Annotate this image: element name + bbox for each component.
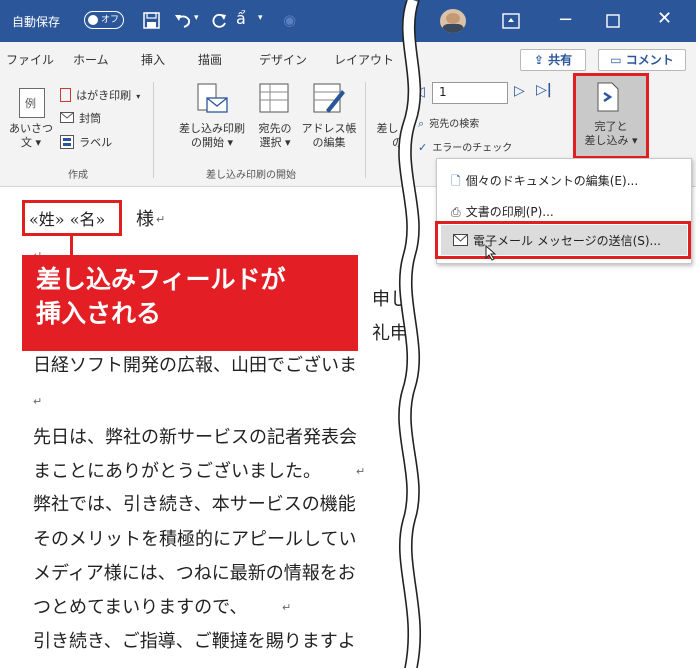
autosave-toggle[interactable]: オフ bbox=[84, 11, 124, 29]
edit-address-button[interactable]: アドレス帳 の編集 bbox=[298, 122, 360, 150]
comment-button[interactable]: ▭ コメント bbox=[598, 49, 686, 71]
autosave-label: 自動保存 bbox=[12, 15, 61, 29]
postcard-icon bbox=[60, 87, 71, 102]
edit-documents-label: 個々のドキュメントの編集(E)... bbox=[465, 174, 639, 188]
group-divider bbox=[365, 82, 366, 178]
undo-icon[interactable] bbox=[173, 12, 193, 29]
edit-address-icon bbox=[313, 83, 345, 113]
qat-dropdown-icon[interactable]: ▾ bbox=[258, 13, 263, 23]
paragraph-mark: ↵ bbox=[156, 213, 166, 226]
select-recipients-icon bbox=[259, 83, 289, 113]
doc-line-5: 先日は、弊社の新サービスの記者発表会 bbox=[33, 427, 357, 448]
title-bar: 自動保存 オフ ▾ ẩ ▾ ◉ − ✕ bbox=[0, 0, 696, 42]
envelope-label: 封筒 bbox=[79, 112, 102, 125]
group-divider bbox=[153, 82, 154, 178]
print-documents-label: 文書の印刷(P)... bbox=[465, 205, 554, 219]
tab-layout[interactable]: レイアウト bbox=[334, 51, 394, 68]
edit-address-label-2: の編集 bbox=[312, 136, 346, 149]
avatar[interactable] bbox=[440, 9, 466, 33]
envelope-icon bbox=[60, 112, 74, 123]
find-recipient-label: 宛先の検索 bbox=[429, 119, 480, 130]
maximize-icon[interactable] bbox=[606, 14, 620, 28]
doc-line-11: 引き続き、ご指導、ご鞭撻を賜りますよ bbox=[33, 631, 356, 652]
edit-individual-documents-item[interactable]: 🗋 個々のドキュメントの編集(E)... bbox=[451, 170, 638, 193]
paragraph-mark: ↵ bbox=[282, 601, 292, 614]
postcard-button[interactable]: はがき印刷 ▾ bbox=[60, 84, 140, 104]
envelope-button[interactable]: 封筒 bbox=[60, 107, 101, 126]
doc-line-9: メディア様には、つねに最新の情報をお bbox=[33, 563, 356, 584]
start-merge-icon bbox=[197, 83, 228, 113]
next-record-icon[interactable]: ▷ bbox=[514, 83, 525, 99]
tab-file[interactable]: ファイル bbox=[6, 51, 54, 68]
toggle-knob bbox=[88, 15, 98, 25]
doc-line-6: まことにありがとうございました。 bbox=[33, 461, 321, 482]
paragraph-mark: ↵ bbox=[356, 465, 366, 478]
doc-line-3: 日経ソフト開発の広報、山田でございま bbox=[33, 355, 357, 376]
start-merge-group-label: 差し込み印刷の開始 bbox=[206, 170, 296, 181]
comment-icon: ▭ bbox=[610, 53, 622, 67]
create-group-label: 作成 bbox=[68, 170, 88, 181]
minimize-icon[interactable]: − bbox=[558, 9, 573, 30]
undo-dropdown-icon[interactable]: ▾ bbox=[194, 13, 199, 23]
callout-line-1: 差し込みフィールドが bbox=[36, 265, 286, 294]
save-icon[interactable] bbox=[143, 12, 160, 29]
paragraph-mark: ↵ bbox=[33, 395, 43, 408]
select-recipients-label-2: 選択 ▾ bbox=[259, 136, 291, 149]
ribbon-tabs: ファイル ホーム 挿入 描画 デザイン レイアウト ⇪ 共有 ▭ コメント bbox=[0, 42, 696, 76]
postcard-label: はがき印刷 bbox=[76, 89, 132, 102]
greeting-label-2: 文 ▾ bbox=[20, 136, 42, 149]
merge-field-highlight bbox=[22, 200, 122, 236]
greeting-label-1: あいさつ bbox=[9, 122, 53, 135]
doc-line-8: そのメリットを積極的にアピールしてい bbox=[33, 529, 357, 550]
last-record-icon[interactable]: ▷| bbox=[536, 82, 552, 98]
doc-line-7: 弊社では、引き続き、本サービスの機能 bbox=[33, 494, 356, 515]
start-merge-label-1: 差し込み印刷 bbox=[179, 122, 245, 135]
labels-label: ラベル bbox=[79, 136, 113, 149]
finish-merge-menu: 🗋 個々のドキュメントの編集(E)... ⎙ 文書の印刷(P)... 電子メール… bbox=[435, 158, 692, 264]
ribbon-display-icon[interactable] bbox=[502, 13, 520, 29]
greeting-button[interactable]: あいさつ 文 ▾ bbox=[4, 122, 58, 150]
postcard-dropdown-icon: ▾ bbox=[136, 92, 141, 101]
greeting-icon: 例 bbox=[19, 88, 45, 118]
select-recipients-label-1: 宛先の bbox=[258, 122, 292, 135]
record-number-field[interactable]: 1 bbox=[432, 82, 508, 104]
start-merge-label-2: の開始 ▾ bbox=[190, 136, 234, 149]
edit-documents-icon: 🗋 bbox=[451, 174, 461, 188]
share-button[interactable]: ⇪ 共有 bbox=[520, 49, 586, 71]
start-merge-button[interactable]: 差し込み印刷 の開始 ▾ bbox=[170, 122, 254, 150]
customize-icon[interactable]: ◉ bbox=[283, 12, 296, 28]
labels-icon bbox=[60, 134, 74, 149]
labels-button[interactable]: ラベル bbox=[60, 131, 112, 150]
tab-design[interactable]: デザイン bbox=[259, 51, 307, 68]
send-email-highlight bbox=[435, 221, 691, 259]
tab-draw[interactable]: 描画 bbox=[198, 51, 222, 68]
toggle-state-label: オフ bbox=[101, 15, 120, 25]
check-errors-button[interactable]: ✓ エラーのチェック bbox=[418, 136, 512, 156]
finish-merge-highlight bbox=[573, 73, 649, 159]
find-recipient-button[interactable]: ⌕ 宛先の検索 bbox=[418, 112, 479, 132]
honorific: 様 bbox=[136, 209, 154, 230]
print-documents-item[interactable]: ⎙ 文書の印刷(P)... bbox=[451, 201, 554, 220]
callout-box: 差し込みフィールドが 挿入される bbox=[22, 255, 358, 351]
redo-icon[interactable] bbox=[210, 12, 228, 30]
edit-address-label-1: アドレス帳 bbox=[301, 122, 357, 135]
example-label: 例 bbox=[25, 97, 36, 110]
torn-edge-divider bbox=[398, 0, 422, 668]
callout-line-2: 挿入される bbox=[36, 299, 162, 328]
comment-button-label: コメント bbox=[625, 53, 674, 67]
format-painter-icon[interactable]: ẩ bbox=[236, 9, 246, 28]
callout-connector bbox=[70, 236, 73, 256]
check-errors-label: エラーのチェック bbox=[432, 143, 513, 154]
tab-insert[interactable]: 挿入 bbox=[141, 51, 165, 68]
tab-home[interactable]: ホーム bbox=[73, 51, 109, 68]
select-recipients-button[interactable]: 宛先の 選択 ▾ bbox=[250, 122, 300, 150]
mouse-cursor-icon bbox=[485, 245, 497, 261]
doc-line-10: つとめてまいりますので、 bbox=[33, 597, 248, 618]
share-button-label: 共有 bbox=[548, 53, 573, 67]
close-icon[interactable]: ✕ bbox=[657, 8, 672, 29]
share-icon: ⇪ bbox=[533, 53, 544, 67]
word-window: 自動保存 オフ ▾ ẩ ▾ ◉ − ✕ ファイル ホーム 挿入 描画 デザイン … bbox=[0, 0, 696, 668]
record-number-value: 1 bbox=[439, 85, 447, 99]
printer-icon: ⎙ bbox=[451, 205, 461, 219]
